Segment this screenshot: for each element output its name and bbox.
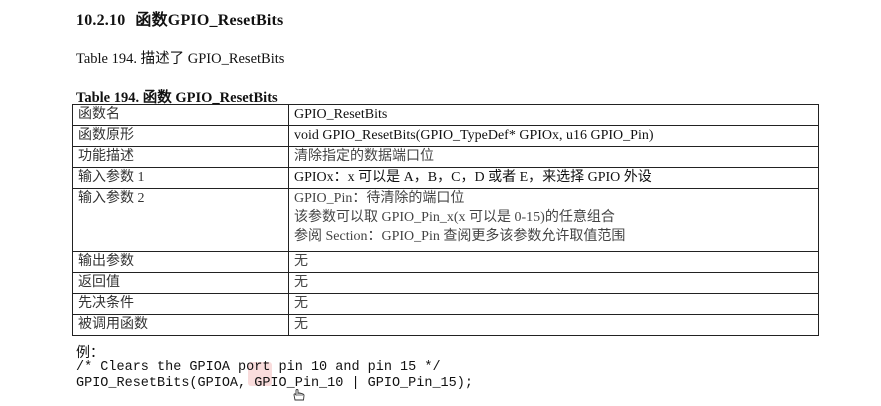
- row-value: GPIOx：x 可以是 A，B，C，D 或者 E，来选择 GPIO 外设: [288, 167, 819, 189]
- section-heading: 10.2.10 函数GPIO_ResetBits: [76, 6, 283, 30]
- row-key: 函数名: [72, 104, 289, 126]
- table-row: 输入参数 1 GPIOx：x 可以是 A，B，C，D 或者 E，来选择 GPIO…: [72, 167, 819, 189]
- row-key: 功能描述: [72, 146, 289, 168]
- row-key: 函数原形: [72, 125, 289, 147]
- code-line: /* Clears the GPIOA port pin 10 and pin …: [76, 360, 441, 375]
- table-row: 输入参数 2 GPIO_Pin：待清除的端口位 该参数可以取 GPIO_Pin_…: [72, 188, 819, 252]
- value-line: 清除指定的数据端口位: [294, 149, 434, 164]
- value-line: GPIO_Pin：待清除的端口位: [294, 191, 465, 206]
- table-row: 功能描述 清除指定的数据端口位: [72, 146, 819, 168]
- table-row: 先决条件 无: [72, 293, 819, 315]
- value-line: 无: [294, 254, 308, 269]
- table-row: 被调用函数 无: [72, 314, 819, 336]
- table-description: Table 194. 描述了 GPIO_ResetBits: [76, 51, 285, 67]
- value-line: 无: [294, 275, 308, 290]
- row-key: 输入参数 2: [72, 188, 289, 252]
- row-value: GPIO_ResetBits: [288, 104, 819, 126]
- row-key: 输出参数: [72, 251, 289, 273]
- code-example: /* Clears the GPIOA port pin 10 and pin …: [76, 360, 473, 392]
- hand-cursor-icon: [292, 388, 306, 401]
- table-row: 返回值 无: [72, 272, 819, 294]
- table-row: 输出参数 无: [72, 251, 819, 273]
- row-key: 输入参数 1: [72, 167, 289, 189]
- row-key: 被调用函数: [72, 314, 289, 336]
- example-label: 例：: [76, 346, 104, 361]
- row-value: 无: [288, 272, 819, 294]
- value-line: GPIO_ResetBits: [294, 107, 388, 122]
- table-row: 函数原形 void GPIO_ResetBits(GPIO_TypeDef* G…: [72, 125, 819, 147]
- value-line: void GPIO_ResetBits(GPIO_TypeDef* GPIOx,…: [294, 128, 654, 143]
- value-line: 无: [294, 296, 308, 311]
- section-number: 10.2.10: [76, 12, 126, 29]
- row-value: 无: [288, 251, 819, 273]
- table-row: 函数名 GPIO_ResetBits: [72, 104, 819, 126]
- row-value: 无: [288, 293, 819, 315]
- value-line: GPIOx：x 可以是 A，B，C，D 或者 E，来选择 GPIO 外设: [294, 170, 652, 185]
- code-line: GPIO_ResetBits(GPIOA, GPIO_Pin_10 | GPIO…: [76, 376, 473, 391]
- row-value: GPIO_Pin：待清除的端口位 该参数可以取 GPIO_Pin_x(x 可以是…: [288, 188, 819, 252]
- row-value: 无: [288, 314, 819, 336]
- row-key: 先决条件: [72, 293, 289, 315]
- function-spec-table: 函数名 GPIO_ResetBits 函数原形 void GPIO_ResetB…: [72, 104, 819, 336]
- section-title: 函数GPIO_ResetBits: [135, 12, 284, 29]
- value-line: 该参数可以取 GPIO_Pin_x(x 可以是 0-15)的任意组合: [294, 210, 615, 225]
- row-key: 返回值: [72, 272, 289, 294]
- value-line: 参阅 Section：GPIO_Pin 查阅更多该参数允许取值范围: [294, 229, 626, 244]
- row-value: 清除指定的数据端口位: [288, 146, 819, 168]
- value-line: 无: [294, 317, 308, 332]
- row-value: void GPIO_ResetBits(GPIO_TypeDef* GPIOx,…: [288, 125, 819, 147]
